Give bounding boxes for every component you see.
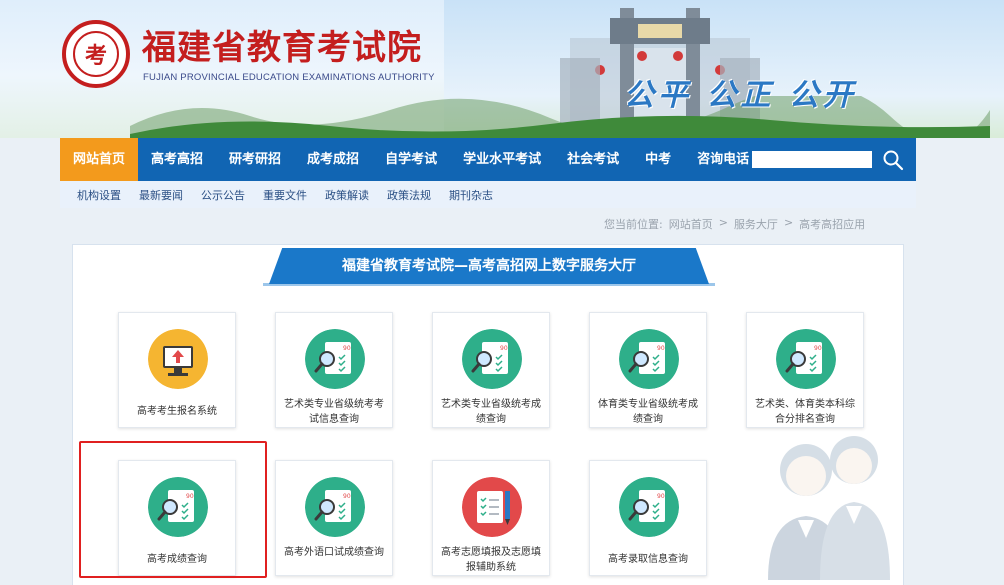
breadcrumb-prefix: 您当前位置: xyxy=(604,218,663,231)
score-report-icon: 90 xyxy=(776,329,836,389)
search-icon[interactable] xyxy=(882,149,904,171)
nav-item-adult-exam[interactable]: 成考成招 xyxy=(294,138,372,181)
motto: 公平 公正 公开 xyxy=(624,78,857,113)
customer-service-mascot-illustration xyxy=(768,436,890,580)
svg-text:90: 90 xyxy=(657,493,665,500)
service-card-gaokao-registration[interactable]: 高考考生报名系统 xyxy=(118,312,236,428)
card-label: 高考录取信息查询 xyxy=(608,554,688,565)
score-report-icon: 90 xyxy=(619,477,679,537)
service-card-art-pe-ranking[interactable]: 90 艺术类、体育类本科综合分排名查询 xyxy=(746,312,864,428)
search-input[interactable] xyxy=(752,151,872,168)
subnav-item-latest-news[interactable]: 最新要闻 xyxy=(130,187,192,203)
nav-item-academic-proficiency[interactable]: 学业水平考试 xyxy=(450,138,554,181)
subnav-item-important-docs[interactable]: 重要文件 xyxy=(254,187,316,203)
service-card-oral-english-scores[interactable]: 90 高考外语口试成绩查询 xyxy=(275,460,393,576)
site-title: 福建省教育考试院 xyxy=(142,28,422,68)
service-card-application-system[interactable]: 高考志愿填报及志愿填报辅助系统 xyxy=(432,460,550,576)
svg-text:90: 90 xyxy=(343,345,351,352)
hills-illustration xyxy=(130,96,990,138)
main-nav: 网站首页 高考高招 研考研招 成考成招 自学考试 学业水平考试 社会考试 中考 … xyxy=(60,138,916,181)
checklist-pencil-icon xyxy=(462,477,522,537)
nav-item-self-study-exam[interactable]: 自学考试 xyxy=(372,138,450,181)
breadcrumb-separator: > xyxy=(783,216,794,229)
breadcrumb-item-gaokao-apps: 高考高招应用 xyxy=(799,218,866,231)
card-label: 艺术类专业省级统考考试信息查询 xyxy=(284,399,384,425)
service-card-art-exam-info[interactable]: 90 艺术类专业省级统考考试信息查询 xyxy=(275,312,393,428)
card-label: 高考志愿填报及志愿填报辅助系统 xyxy=(441,547,541,573)
breadcrumb-item-service-hall[interactable]: 服务大厅 xyxy=(734,216,778,232)
svg-text:90: 90 xyxy=(500,345,508,352)
score-report-icon: 90 xyxy=(462,329,522,389)
site-subtitle: FUJIAN PROVINCIAL EDUCATION EXAMINATIONS… xyxy=(143,72,435,83)
card-label: 高考考生报名系统 xyxy=(137,406,217,417)
registration-monitor-icon xyxy=(148,329,208,389)
nav-item-gaokao[interactable]: 高考高招 xyxy=(138,138,216,181)
nav-item-zhongkao[interactable]: 中考 xyxy=(632,138,684,181)
score-report-icon: 90 xyxy=(619,329,679,389)
sub-nav: 机构设置 最新要闻 公示公告 重要文件 政策解读 政策法规 期刊杂志 xyxy=(60,181,916,208)
selection-highlight-frame xyxy=(79,441,267,578)
nav-item-home[interactable]: 网站首页 xyxy=(60,138,139,181)
service-card-pe-exam-scores[interactable]: 90 体育类专业省级统考成绩查询 xyxy=(589,312,707,428)
subnav-item-policy-interpretation[interactable]: 政策解读 xyxy=(316,187,378,203)
nav-item-hotline[interactable]: 咨询电话 xyxy=(684,138,762,181)
nav-item-graduate-exam[interactable]: 研考研招 xyxy=(216,138,294,181)
svg-text:90: 90 xyxy=(343,493,351,500)
seal-emblem: 考 xyxy=(73,31,119,77)
svg-text:90: 90 xyxy=(814,345,822,352)
score-report-icon: 90 xyxy=(305,477,365,537)
card-label: 艺术类、体育类本科综合分排名查询 xyxy=(755,399,855,425)
panel-title: 福建省教育考试院—高考高招网上数字服务大厅 xyxy=(269,248,709,284)
subnav-item-journals[interactable]: 期刊杂志 xyxy=(440,187,502,203)
card-label: 体育类专业省级统考成绩查询 xyxy=(598,399,698,425)
service-card-art-exam-scores[interactable]: 90 艺术类专业省级统考成绩查询 xyxy=(432,312,550,428)
service-card-admission-info[interactable]: 90 高考录取信息查询 xyxy=(589,460,707,576)
header-banner: 考 福建省教育考试院 FUJIAN PROVINCIAL EDUCATION E… xyxy=(0,0,1004,138)
svg-text:90: 90 xyxy=(657,345,665,352)
breadcrumb-item-home[interactable]: 网站首页 xyxy=(669,216,713,232)
card-label: 艺术类专业省级统考成绩查询 xyxy=(441,399,541,425)
score-report-icon: 90 xyxy=(305,329,365,389)
institution-seal-logo[interactable]: 考 xyxy=(62,20,130,88)
breadcrumb: 您当前位置: 网站首页 > 服务大厅 > 高考高招应用 xyxy=(604,216,865,232)
nav-item-social-exam[interactable]: 社会考试 xyxy=(554,138,632,181)
subnav-item-regulations[interactable]: 政策法规 xyxy=(378,187,440,203)
card-label: 高考外语口试成绩查询 xyxy=(284,547,384,558)
subnav-item-organization[interactable]: 机构设置 xyxy=(68,187,130,203)
breadcrumb-separator: > xyxy=(718,216,728,229)
subnav-item-announcements[interactable]: 公示公告 xyxy=(192,187,254,203)
